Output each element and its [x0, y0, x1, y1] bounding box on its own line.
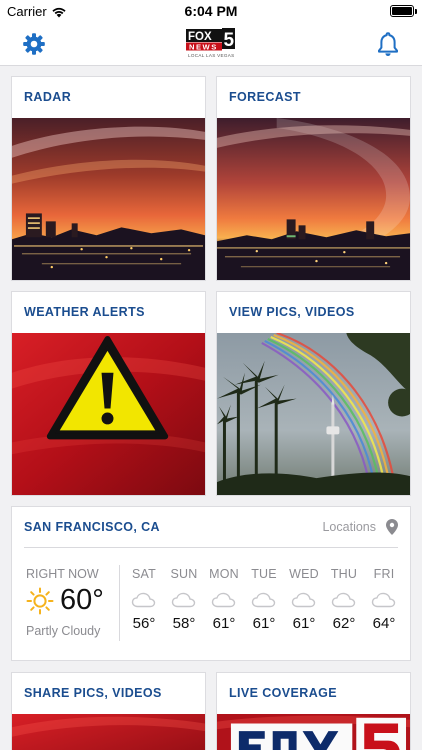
tile-weather-alerts[interactable]: WEATHER ALERTS: [11, 291, 206, 496]
card-divider: [24, 547, 398, 548]
forecast-day: MON 61°: [204, 567, 244, 632]
tile-forecast[interactable]: FORECAST: [216, 76, 411, 281]
forecast-day: SAT 56°: [124, 567, 164, 632]
cloud-icon: [211, 592, 236, 608]
tile-live-coverage[interactable]: LIVE COVERAGE: [216, 672, 411, 750]
cloud-icon: [131, 592, 156, 608]
cloud-icon: [331, 592, 356, 608]
forecast-temp: 64°: [372, 615, 396, 632]
svg-text:LOCAL LAS VEGAS: LOCAL LAS VEGAS: [188, 53, 234, 58]
forecast-day: THU 62°: [324, 567, 364, 632]
forecast-day: SUN 58°: [164, 567, 204, 632]
forecast-temp: 61°: [292, 615, 316, 632]
svg-text:FOX: FOX: [188, 31, 212, 43]
radar-thumbnail: [12, 118, 205, 280]
sun-icon: [26, 587, 54, 615]
vertical-divider: [119, 565, 120, 641]
forecast-day-name: SAT: [132, 567, 156, 581]
svg-text:NEWS: NEWS: [189, 43, 218, 52]
forecast-thumbnail: [217, 118, 410, 280]
tile-title: WEATHER ALERTS: [24, 305, 145, 319]
bell-icon[interactable]: [376, 31, 400, 57]
forecast-temp: 58°: [172, 615, 196, 632]
tile-title: LIVE COVERAGE: [229, 686, 337, 700]
current-weather-card[interactable]: SAN FRANCISCO, CA Locations RIGHT NOW 60…: [11, 506, 411, 661]
forecast-temp: 62°: [332, 615, 356, 632]
svg-text:5: 5: [224, 30, 235, 51]
forecast-day-name: FRI: [373, 567, 395, 581]
forecast-day-name: SUN: [170, 567, 198, 581]
status-bar: Carrier 6:04 PM: [0, 0, 422, 22]
status-time: 6:04 PM: [184, 3, 238, 19]
forecast-day-name: TUE: [251, 567, 277, 581]
forecast-day: TUE 61°: [244, 567, 284, 632]
gear-icon[interactable]: [22, 32, 46, 56]
locations-link[interactable]: Locations: [322, 520, 376, 534]
forecast-day-name: THU: [330, 567, 358, 581]
forecast-day: WED 61°: [284, 567, 324, 632]
weather-alerts-thumbnail: [12, 333, 205, 495]
right-now-label: RIGHT NOW: [26, 567, 99, 581]
tile-view-pics-videos[interactable]: VIEW PICS, VIDEOS: [216, 291, 411, 496]
cloud-icon: [291, 592, 316, 608]
forecast-temp: 56°: [132, 615, 156, 632]
rainbow-thumbnail: [217, 333, 410, 495]
nav-bar: FOX 5 NEWS LOCAL LAS VEGAS: [0, 22, 422, 66]
tile-radar[interactable]: RADAR: [11, 76, 206, 281]
forecast-temp: 61°: [212, 615, 236, 632]
current-condition: Partly Cloudy: [26, 624, 101, 638]
forecast-day-name: WED: [289, 567, 319, 581]
tile-title: RADAR: [24, 90, 72, 104]
live-coverage-thumbnail: [217, 714, 410, 750]
cloud-icon: [171, 592, 196, 608]
battery-icon: [390, 5, 417, 17]
tile-title: FORECAST: [229, 90, 301, 104]
location-pin-icon[interactable]: [386, 519, 398, 535]
forecast-row: SAT 56° SUN 58° MON 61° TUE 61° WED 61° …: [124, 567, 404, 632]
tile-title: VIEW PICS, VIDEOS: [229, 305, 355, 319]
tile-share-pics-videos[interactable]: SHARE PICS, VIDEOS: [11, 672, 206, 750]
tile-title: SHARE PICS, VIDEOS: [24, 686, 162, 700]
share-thumbnail: [12, 714, 205, 750]
forecast-day: FRI 64°: [364, 567, 404, 632]
forecast-day-name: MON: [209, 567, 239, 581]
cloud-icon: [251, 592, 276, 608]
current-temperature: 60°: [60, 584, 104, 616]
cloud-icon: [371, 592, 396, 608]
fox5-logo: FOX 5 NEWS LOCAL LAS VEGAS: [186, 28, 235, 58]
location-name: SAN FRANCISCO, CA: [24, 520, 160, 534]
forecast-temp: 61°: [252, 615, 276, 632]
